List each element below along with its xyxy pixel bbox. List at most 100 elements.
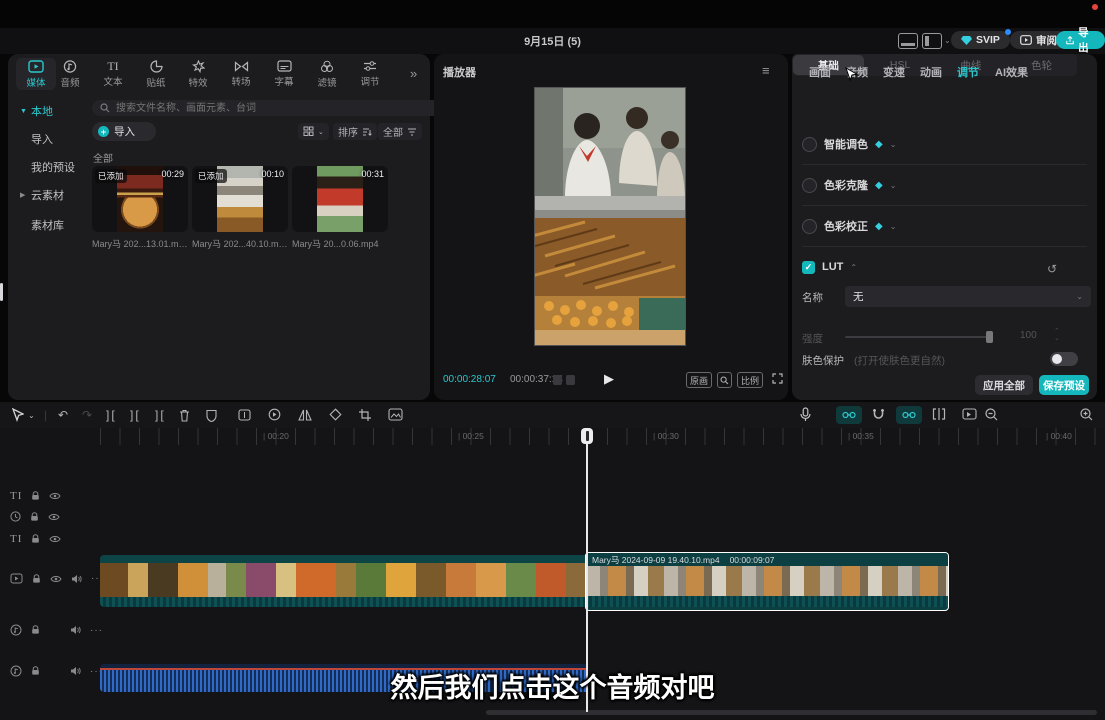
- lock-icon[interactable]: [31, 625, 40, 635]
- save-preset-button[interactable]: 保存预设: [1039, 375, 1089, 395]
- speaker-icon[interactable]: [71, 574, 82, 584]
- tab-picture[interactable]: 画面: [809, 64, 831, 80]
- sidebar-item-library[interactable]: 素材库: [20, 217, 84, 233]
- filter-button[interactable]: 全部: [378, 123, 422, 140]
- media-item[interactable]: 已添加 00:29 Mary马 202...13.01.mp4: [92, 166, 188, 250]
- tab-speed[interactable]: 变速: [883, 64, 905, 80]
- lock-icon[interactable]: [32, 574, 41, 584]
- color-clone-toggle[interactable]: [802, 178, 817, 193]
- speaker-icon[interactable]: [70, 625, 81, 635]
- select-tool-icon[interactable]: [12, 408, 24, 422]
- tab-text[interactable]: TI 文本: [93, 58, 133, 90]
- lut-name-dropdown[interactable]: 无 ⌄: [845, 286, 1091, 307]
- split-left-icon[interactable]: ][: [130, 408, 141, 422]
- svip-button[interactable]: SVIP: [951, 31, 1010, 49]
- mask-icon[interactable]: [206, 409, 217, 422]
- video-preview[interactable]: [535, 88, 685, 345]
- play-button[interactable]: ▶: [604, 371, 614, 387]
- view-mode-button[interactable]: ⌄: [298, 123, 329, 140]
- lock-icon[interactable]: [31, 534, 40, 544]
- tab-effects[interactable]: 特效: [178, 58, 218, 90]
- search-input[interactable]: [92, 100, 457, 116]
- zoom-out-icon[interactable]: [985, 408, 998, 421]
- eye-icon[interactable]: [49, 492, 61, 500]
- sort-button[interactable]: 排序: [333, 123, 377, 140]
- strength-slider[interactable]: [845, 336, 993, 338]
- preview-axis-icon[interactable]: [962, 408, 977, 420]
- select-tool-caret-icon[interactable]: ⌄: [28, 411, 35, 420]
- ratio-button[interactable]: 比例: [737, 372, 763, 388]
- linkage-button[interactable]: [896, 406, 922, 424]
- skin-protect-toggle[interactable]: [1050, 352, 1078, 366]
- split-right-icon[interactable]: ][: [155, 408, 166, 422]
- player-menu-icon[interactable]: ≡: [762, 63, 771, 78]
- import-button[interactable]: + 导入: [92, 122, 156, 141]
- player-title: 播放器: [443, 64, 476, 80]
- mirror-icon[interactable]: [298, 409, 312, 421]
- layout-caret-icon[interactable]: ⌄: [944, 36, 951, 45]
- tab-captions[interactable]: 字幕: [264, 58, 304, 90]
- horizontal-scrollbar[interactable]: [486, 710, 1097, 715]
- zoom-in-icon[interactable]: [1080, 408, 1093, 421]
- apply-all-button[interactable]: 应用全部: [975, 375, 1033, 395]
- layout-bottom-panel-icon[interactable]: [898, 33, 918, 49]
- quality-button[interactable]: 原画: [686, 372, 712, 388]
- preview-mode-icon[interactable]: [553, 375, 562, 385]
- sidebar-item-import[interactable]: 导入: [20, 131, 84, 147]
- toolbar-divider: |: [44, 408, 47, 422]
- preview-mode-icon[interactable]: [566, 375, 575, 385]
- chevron-down-icon[interactable]: ⌄: [890, 222, 897, 231]
- chevron-down-icon[interactable]: ⌄: [890, 140, 897, 149]
- export-button[interactable]: 导出: [1056, 31, 1105, 49]
- sidebar-item-cloud[interactable]: ▶ 云素材: [20, 187, 84, 203]
- tab-ai-effects[interactable]: AI效果: [995, 64, 1028, 80]
- video-clip[interactable]: [100, 555, 585, 607]
- chevron-down-icon[interactable]: ⌄: [890, 181, 897, 190]
- freeze-frame-icon[interactable]: [238, 409, 251, 421]
- strength-stepper[interactable]: ⌃⌄: [1054, 328, 1060, 342]
- more-tabs-icon[interactable]: »: [410, 66, 417, 81]
- eye-icon[interactable]: [50, 575, 62, 583]
- main-track-magnet-button[interactable]: [836, 406, 862, 424]
- eye-icon[interactable]: [48, 513, 60, 521]
- reset-icon[interactable]: ↺: [1047, 262, 1057, 276]
- tab-sticker[interactable]: 贴纸: [136, 58, 176, 90]
- panel-resize-handle[interactable]: [0, 283, 3, 301]
- tab-adjust[interactable]: 调节: [350, 58, 390, 90]
- split-preview-icon[interactable]: [932, 408, 946, 420]
- track-more-icon[interactable]: ···: [90, 625, 103, 636]
- preview-zoom-button[interactable]: [717, 372, 732, 388]
- lock-icon[interactable]: [31, 491, 40, 501]
- media-item[interactable]: 已添加 00:10 Mary马 202...40.10.mp4: [192, 166, 288, 250]
- smart-color-toggle[interactable]: [802, 137, 817, 152]
- eye-icon[interactable]: [49, 535, 61, 543]
- reverse-icon[interactable]: [268, 408, 281, 421]
- undo-icon[interactable]: ↶: [58, 408, 68, 422]
- delete-icon[interactable]: [179, 409, 190, 422]
- playhead-handle[interactable]: [581, 428, 593, 444]
- color-correction-toggle[interactable]: [802, 219, 817, 234]
- image-adjust-icon[interactable]: [388, 408, 403, 421]
- layout-side-panel-icon[interactable]: [922, 33, 942, 49]
- sidebar-item-presets[interactable]: 我的预设: [20, 159, 84, 175]
- tab-audio[interactable]: 音频: [50, 58, 90, 90]
- tab-transitions[interactable]: 转场: [221, 58, 261, 90]
- timeline-ruler[interactable]: 00:20 00:25 00:30 00:35 00:40: [100, 428, 1105, 445]
- auto-snap-icon[interactable]: [872, 408, 885, 421]
- tab-adjustment[interactable]: 调节: [957, 64, 979, 80]
- split-icon[interactable]: ][: [106, 408, 117, 422]
- lock-icon[interactable]: [30, 512, 39, 522]
- fullscreen-icon[interactable]: [772, 373, 783, 384]
- rotate-icon[interactable]: [329, 408, 342, 421]
- lut-checkbox[interactable]: ✓: [802, 261, 815, 274]
- tab-filters[interactable]: 滤镜: [307, 58, 347, 90]
- record-voiceover-icon[interactable]: [800, 407, 811, 422]
- media-item[interactable]: 00:31 Mary马 20...0.06.mp4: [292, 166, 388, 250]
- chevron-up-icon[interactable]: ⌃: [850, 263, 857, 272]
- redo-icon[interactable]: ↷: [82, 408, 92, 422]
- tab-animation[interactable]: 动画: [920, 64, 942, 80]
- video-clip-selected[interactable]: Mary马 2024-09-09 19.40.10.mp4 00:00:09:0…: [585, 552, 949, 611]
- crop-icon[interactable]: [359, 409, 371, 421]
- strength-slider-knob[interactable]: [986, 331, 993, 343]
- sidebar-item-local[interactable]: ▼ 本地: [20, 103, 84, 119]
